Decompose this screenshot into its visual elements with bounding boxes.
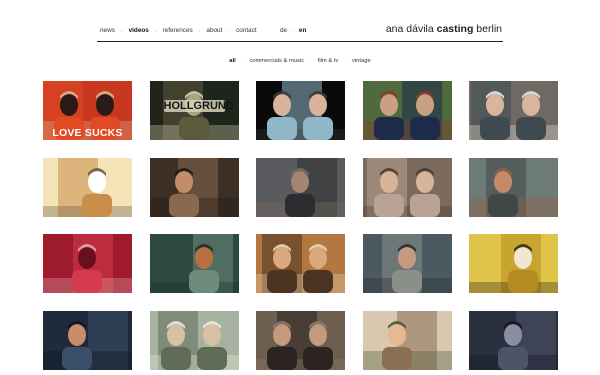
- nav-link-about[interactable]: about: [206, 27, 222, 34]
- filter-separator: .: [310, 58, 312, 64]
- nav-link-videos[interactable]: videos: [129, 27, 149, 34]
- video-thumbnail[interactable]: [43, 157, 132, 217]
- video-thumbnail[interactable]: LOVE SUCKS: [43, 81, 132, 140]
- video-thumbnail[interactable]: [256, 157, 345, 217]
- video-thumbnail[interactable]: [43, 310, 132, 370]
- video-thumbnail[interactable]: [43, 234, 132, 293]
- video-thumbnail[interactable]: [256, 81, 345, 140]
- top-navigation-bar: news. videos. references. about. contact de.…: [97, 23, 503, 42]
- filter-separator: .: [241, 58, 244, 64]
- video-thumbnail[interactable]: HOLLGRUND: [149, 81, 239, 140]
- brand-name-part1: ana dávila: [385, 23, 437, 35]
- video-thumbnail[interactable]: [362, 157, 452, 217]
- video-thumbnail[interactable]: [469, 310, 558, 370]
- nav-link-references[interactable]: references: [163, 27, 193, 34]
- lang-link-separator: .: [292, 27, 294, 34]
- video-thumbnail[interactable]: [149, 310, 239, 370]
- video-thumbnail[interactable]: [362, 234, 452, 293]
- site-logo[interactable]: ana dávila casting berlin: [386, 23, 502, 35]
- lang-link-de[interactable]: de: [280, 27, 287, 34]
- video-thumbnail[interactable]: [256, 234, 345, 293]
- main-menu: news. videos. references. about. contact: [100, 27, 257, 34]
- video-thumbnail-grid: LOVE SUCKS HOLLGRUND: [43, 81, 558, 370]
- category-filter-bar: all. commercials & music. film & tv. vintag…: [0, 58, 600, 64]
- filter-commercials-music[interactable]: commercials & music: [249, 58, 304, 64]
- nav-link-separator: .: [120, 27, 123, 34]
- lang-link-en[interactable]: en: [299, 27, 306, 34]
- nav-link-separator: .: [198, 27, 201, 34]
- nav-link-contact[interactable]: contact: [236, 27, 257, 34]
- nav-link-separator: .: [154, 27, 157, 34]
- brand-name-part2: berlin: [473, 23, 502, 35]
- language-switcher: de. en: [280, 27, 306, 34]
- video-thumbnail[interactable]: [256, 310, 345, 370]
- nav-link-separator: .: [228, 27, 231, 34]
- video-thumbnail[interactable]: [149, 157, 239, 217]
- video-thumbnail[interactable]: [469, 157, 558, 217]
- filter-vintage[interactable]: vintage: [352, 58, 371, 64]
- video-thumbnail[interactable]: [362, 310, 452, 370]
- brand-name-bold: casting: [436, 23, 474, 35]
- video-thumbnail[interactable]: [469, 81, 558, 140]
- video-thumbnail[interactable]: [469, 234, 558, 293]
- filter-all[interactable]: all: [229, 58, 235, 64]
- video-thumbnail[interactable]: [149, 234, 239, 293]
- filter-film-tv[interactable]: film & tv: [318, 58, 339, 64]
- video-thumbnail[interactable]: [362, 81, 452, 140]
- filter-separator: .: [344, 58, 346, 64]
- nav-link-news[interactable]: news: [100, 27, 115, 34]
